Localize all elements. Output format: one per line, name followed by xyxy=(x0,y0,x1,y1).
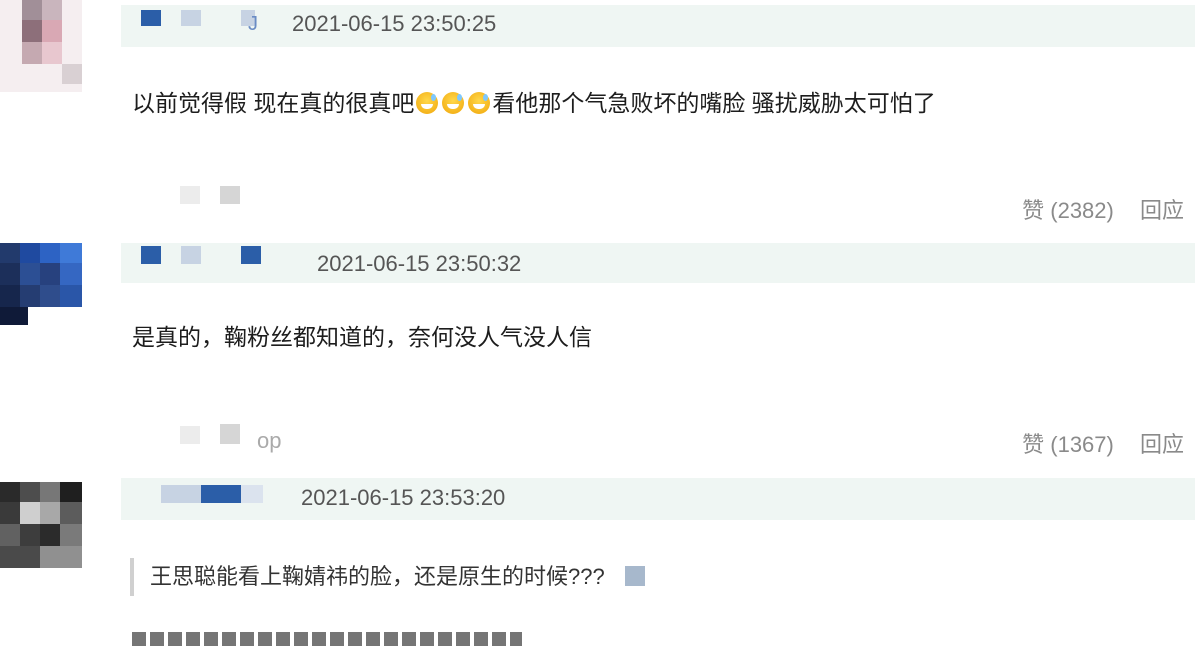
reply-button[interactable]: 回应 xyxy=(1140,198,1184,223)
reply-button[interactable]: 回应 xyxy=(1140,432,1184,457)
reply-user-blurred xyxy=(180,426,200,444)
comment-actions: 赞 (1367) 回应 xyxy=(1022,427,1184,459)
username-partial: J xyxy=(248,13,258,35)
username-blurred-part xyxy=(201,485,241,503)
username-blurred-part xyxy=(181,10,201,26)
reply-user-blurred xyxy=(180,186,200,204)
username-blurred-part xyxy=(241,246,261,264)
like-button[interactable]: 赞 (2382) xyxy=(1022,198,1114,223)
cut-off-text-line xyxy=(132,632,522,646)
quote-text: 王思聪能看上鞠婧祎的脸，还是原生的时候??? xyxy=(150,564,605,589)
timestamp: 2021-06-15 23:53:20 xyxy=(301,485,506,510)
comment-actions: 赞 (2382) 回应 xyxy=(1022,193,1184,225)
username-blurred[interactable] xyxy=(161,485,201,503)
reply-user-partial: op xyxy=(257,428,282,453)
quoted-comment: 王思聪能看上鞠婧祎的脸，还是原生的时候??? xyxy=(130,558,645,596)
avatar[interactable] xyxy=(0,243,82,335)
reply-user-blurred xyxy=(220,424,240,444)
username-blurred-part xyxy=(241,485,263,503)
avatar[interactable] xyxy=(0,482,82,568)
timestamp: 2021-06-15 23:50:32 xyxy=(317,251,522,276)
grinning-sweat-emoji xyxy=(442,92,465,114)
grinning-sweat-emoji xyxy=(468,92,491,114)
comment-header: 2021-06-15 23:50:32 xyxy=(121,243,1195,283)
comment-text: 是真的，鞠粉丝都知道的，奈何没人气没人信 xyxy=(132,324,592,350)
grinning-sweat-emoji xyxy=(416,92,439,114)
user-blurred-square xyxy=(624,566,645,586)
reply-user-blurred xyxy=(220,186,240,204)
timestamp: 2021-06-15 23:50:25 xyxy=(292,11,497,36)
username-blurred[interactable] xyxy=(141,246,161,264)
avatar[interactable] xyxy=(0,0,82,92)
comment-header: J 2021-06-15 23:50:25 xyxy=(121,5,1195,47)
like-button[interactable]: 赞 (1367) xyxy=(1022,432,1114,457)
username-blurred-part xyxy=(181,246,201,264)
username-blurred[interactable] xyxy=(141,10,161,26)
comment-header: 2021-06-15 23:53:20 xyxy=(121,478,1195,520)
comment-text: 以前觉得假 现在真的很真吧 看他那个气急败坏的嘴脸 骚扰威胁太可怕了 xyxy=(132,90,936,116)
